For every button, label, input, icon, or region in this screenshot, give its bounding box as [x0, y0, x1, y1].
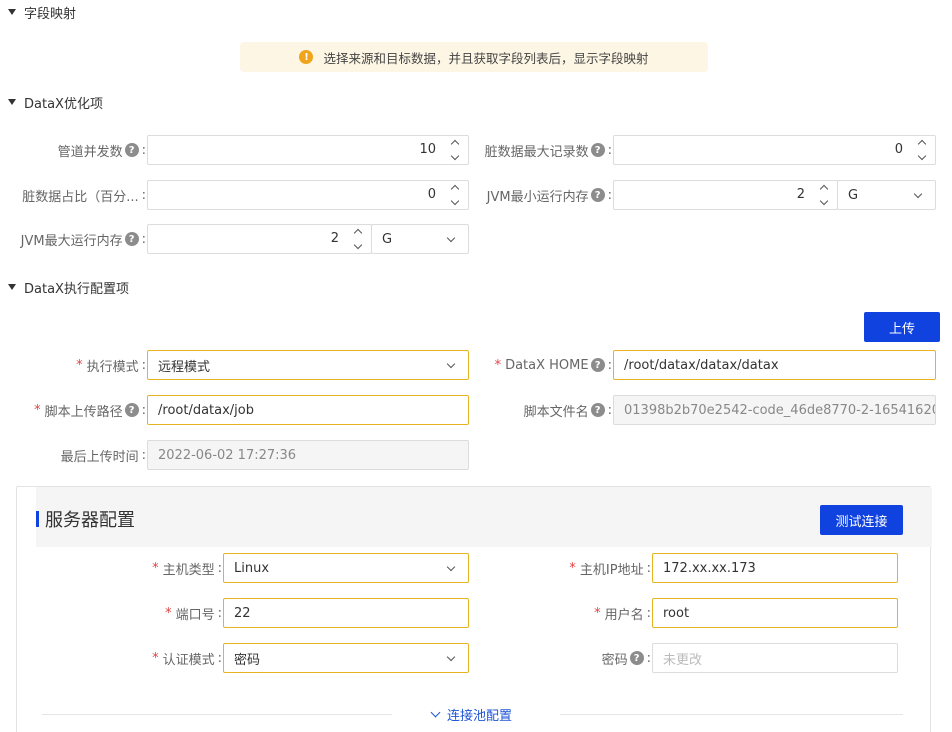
decrement-icon[interactable]: [450, 151, 460, 161]
divider-right: [560, 714, 903, 715]
increment-icon[interactable]: [450, 139, 460, 149]
mode-select[interactable]: 远程模式: [147, 350, 469, 380]
script-name-label: 脚本文件名 ? :: [523, 402, 612, 420]
increment-icon[interactable]: [450, 184, 460, 194]
channel-label: 管道并发数 ? :: [57, 142, 146, 160]
host-type-select[interactable]: Linux: [223, 553, 469, 583]
help-icon[interactable]: ?: [124, 403, 139, 417]
dirty-ratio-stepper[interactable]: 0: [147, 180, 469, 210]
execution-section-toggle[interactable]: DataX执行配置项: [8, 277, 129, 297]
help-icon[interactable]: ?: [590, 403, 605, 417]
jvm-max-unit-select[interactable]: G: [371, 224, 469, 254]
optimization-title: DataX优化项: [24, 96, 103, 112]
help-icon[interactable]: ?: [590, 143, 605, 157]
dirty-ratio-label: 脏数据占比（百分... :: [22, 187, 146, 205]
caret-down-icon: [8, 284, 16, 290]
script-path-input[interactable]: /root/datax/job: [147, 395, 469, 425]
field-mapping-section-toggle[interactable]: 字段映射: [8, 2, 76, 22]
jvm-min-stepper[interactable]: 2: [613, 180, 838, 210]
script-path-label: * 脚本上传路径 ? :: [34, 402, 146, 420]
username-input[interactable]: root: [652, 598, 898, 628]
port-label: * 端口号 :: [165, 605, 222, 623]
decrement-icon[interactable]: [450, 196, 460, 206]
port-input[interactable]: 22: [223, 598, 469, 628]
connection-pool-toggle[interactable]: 连接池配置: [430, 705, 513, 724]
divider-left: [42, 714, 392, 715]
chevron-down-icon: [446, 233, 456, 243]
host-ip-input[interactable]: 172.xx.xx.173: [652, 553, 898, 583]
chevron-down-icon: [446, 562, 456, 572]
password-input[interactable]: 未更改: [652, 643, 898, 673]
username-label: * 用户名 :: [594, 605, 651, 623]
jvm-min-label: JVM最小运行内存 ? :: [486, 187, 612, 205]
help-icon[interactable]: ?: [590, 358, 605, 372]
help-icon[interactable]: ?: [629, 651, 644, 665]
connection-pool-label: 连接池配置: [447, 708, 513, 724]
help-icon[interactable]: ?: [124, 143, 139, 157]
chevron-down-icon: [446, 359, 456, 369]
chevron-down-icon: [430, 707, 441, 717]
optimization-section-toggle[interactable]: DataX优化项: [8, 92, 103, 112]
notice-text: 选择来源和目标数据，并且获取字段列表后，显示字段映射: [323, 50, 649, 66]
jvm-max-stepper[interactable]: 2: [147, 224, 372, 254]
warning-icon: !: [299, 50, 314, 64]
help-icon[interactable]: ?: [124, 232, 139, 246]
auth-mode-select[interactable]: 密码: [223, 643, 469, 673]
execution-title: DataX执行配置项: [24, 281, 129, 297]
field-mapping-title: 字段映射: [24, 6, 77, 22]
password-label: 密码 ? :: [601, 650, 651, 668]
increment-icon[interactable]: [917, 139, 927, 149]
caret-down-icon: [8, 9, 16, 15]
dirty-max-stepper[interactable]: 0: [613, 135, 936, 165]
script-name-input: 01398b2b70e2542-code_46de8770-2-16541620…: [613, 395, 936, 425]
caret-down-icon: [8, 99, 16, 105]
mode-label: * 执行模式 :: [76, 357, 146, 375]
decrement-icon[interactable]: [819, 196, 829, 206]
increment-icon[interactable]: [819, 184, 829, 194]
jvm-max-label: JVM最大运行内存 ? :: [20, 231, 146, 249]
jvm-min-unit-select[interactable]: G: [837, 180, 936, 210]
datax-home-label: * DataX HOME ? :: [494, 357, 612, 373]
upload-button[interactable]: 上传: [864, 312, 940, 342]
server-config-header: 服务器配置: [36, 487, 932, 547]
channel-stepper[interactable]: 10: [147, 135, 469, 165]
dirty-max-label: 脏数据最大记录数 ? :: [484, 142, 612, 160]
decrement-icon[interactable]: [353, 240, 363, 250]
decrement-icon[interactable]: [917, 151, 927, 161]
chevron-down-icon: [913, 189, 923, 199]
last-upload-input: 2022-06-02 17:27:36: [147, 440, 469, 470]
test-connection-button[interactable]: 测试连接: [820, 505, 903, 535]
increment-icon[interactable]: [353, 228, 363, 238]
last-upload-label: 最后上传时间 :: [60, 447, 146, 465]
server-config-title: 服务器配置: [45, 510, 135, 531]
field-mapping-notice: ! 选择来源和目标数据，并且获取字段列表后，显示字段映射: [240, 42, 708, 72]
auth-mode-label: * 认证模式 :: [152, 650, 222, 668]
datax-home-input[interactable]: /root/datax/datax/datax: [613, 350, 936, 380]
host-type-label: * 主机类型 :: [152, 560, 222, 578]
help-icon[interactable]: ?: [590, 188, 605, 202]
chevron-down-icon: [446, 652, 456, 662]
accent-bar: [36, 511, 39, 527]
host-ip-label: * 主机IP地址 :: [569, 560, 651, 578]
